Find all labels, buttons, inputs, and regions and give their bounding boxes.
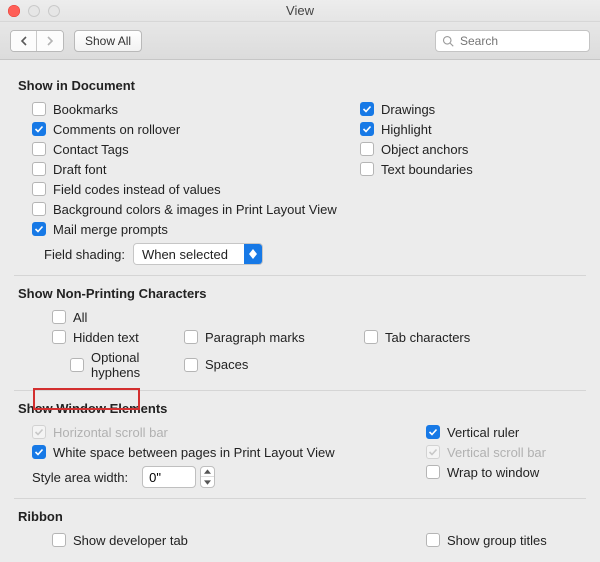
checkbox-field-codes[interactable]: Field codes instead of values	[14, 179, 354, 199]
checkbox-icon	[32, 102, 46, 116]
preferences-panel: Show in Document Bookmarks Comments on r…	[0, 60, 600, 562]
show-in-document-grid: Bookmarks Comments on rollover Contact T…	[14, 99, 586, 239]
checkbox-optional-hyphens[interactable]: Optional hyphens	[14, 347, 184, 382]
field-shading-label: Field shading:	[44, 247, 125, 262]
divider	[14, 275, 586, 276]
stepper-down-icon	[201, 477, 214, 487]
style-area-label: Style area width:	[32, 470, 128, 485]
checkbox-icon	[32, 445, 46, 459]
show-in-document-left: Bookmarks Comments on rollover Contact T…	[14, 99, 354, 239]
checkbox-show-developer-tab[interactable]: Show developer tab	[14, 530, 426, 550]
checkbox-paragraph-marks[interactable]: Paragraph marks	[184, 327, 364, 347]
section-title-window-elements: Show Window Elements	[18, 401, 586, 416]
checkbox-white-space-between-pages[interactable]: White space between pages in Print Layou…	[14, 442, 426, 462]
checkbox-draft-font[interactable]: Draft font	[14, 159, 354, 179]
window-titlebar: View	[0, 0, 600, 22]
forward-button[interactable]	[37, 31, 63, 51]
nonprinting-row: Hidden text Paragraph marks Tab characte…	[14, 327, 586, 347]
checkbox-icon	[360, 162, 374, 176]
divider	[14, 390, 586, 391]
search-field[interactable]	[435, 30, 590, 52]
back-button[interactable]	[11, 31, 37, 51]
checkbox-icon	[32, 162, 46, 176]
checkbox-all[interactable]: All	[14, 307, 586, 327]
checkbox-icon	[426, 445, 440, 459]
style-area-width-input[interactable]	[142, 466, 196, 488]
checkbox-icon	[426, 465, 440, 479]
checkbox-icon	[32, 202, 46, 216]
checkbox-icon	[360, 102, 374, 116]
show-all-button[interactable]: Show All	[74, 30, 142, 52]
section-title-ribbon: Ribbon	[18, 509, 586, 524]
checkbox-text-boundaries[interactable]: Text boundaries	[360, 159, 586, 179]
checkbox-icon	[360, 142, 374, 156]
checkbox-contact-tags[interactable]: Contact Tags	[14, 139, 354, 159]
checkbox-show-group-titles[interactable]: Show group titles	[426, 530, 586, 550]
checkbox-drawings[interactable]: Drawings	[360, 99, 586, 119]
traffic-lights	[8, 5, 60, 17]
checkbox-icon	[184, 330, 198, 344]
search-input[interactable]	[458, 33, 583, 49]
select-arrows-icon	[244, 244, 262, 264]
checkbox-spaces[interactable]: Spaces	[184, 347, 364, 382]
field-shading-select[interactable]: When selected	[133, 243, 263, 265]
checkbox-comments-on-rollover[interactable]: Comments on rollover	[14, 119, 354, 139]
checkbox-icon	[70, 358, 84, 372]
divider	[14, 498, 586, 499]
section-title-nonprinting: Show Non-Printing Characters	[18, 286, 586, 301]
checkbox-icon	[32, 122, 46, 136]
field-shading-row: Field shading: When selected	[14, 239, 586, 267]
checkbox-hidden-text[interactable]: Hidden text	[14, 327, 184, 347]
section-title-show-in-document: Show in Document	[18, 78, 586, 93]
toolbar: Show All	[0, 22, 600, 60]
checkbox-icon	[364, 330, 378, 344]
field-shading-value: When selected	[134, 244, 244, 264]
search-icon	[442, 35, 454, 47]
checkbox-vertical-scroll-bar: Vertical scroll bar	[426, 442, 586, 462]
checkbox-icon	[32, 222, 46, 236]
show-in-document-right: Drawings Highlight Object anchors Text b…	[360, 99, 586, 239]
checkbox-icon	[32, 142, 46, 156]
style-area-stepper[interactable]	[200, 466, 215, 488]
checkbox-tab-characters[interactable]: Tab characters	[364, 327, 586, 347]
checkbox-icon	[32, 182, 46, 196]
zoom-window-button	[48, 5, 60, 17]
checkbox-icon	[360, 122, 374, 136]
checkbox-icon	[426, 533, 440, 547]
ribbon-grid: Show developer tab Show group titles	[14, 530, 586, 550]
minimize-window-button	[28, 5, 40, 17]
checkbox-icon	[426, 425, 440, 439]
style-area-width-control	[136, 466, 215, 488]
nav-segmented	[10, 30, 64, 52]
checkbox-wrap-to-window[interactable]: Wrap to window	[426, 462, 586, 482]
checkbox-icon	[184, 358, 198, 372]
checkbox-highlight[interactable]: Highlight	[360, 119, 586, 139]
window-title: View	[286, 3, 314, 18]
checkbox-mail-merge-prompts[interactable]: Mail merge prompts	[14, 219, 354, 239]
checkbox-icon	[52, 330, 66, 344]
checkbox-horizontal-scroll-bar: Horizontal scroll bar	[14, 422, 426, 442]
nonprinting-row2: Optional hyphens Spaces	[14, 347, 586, 382]
checkbox-object-anchors[interactable]: Object anchors	[360, 139, 586, 159]
checkbox-bookmarks[interactable]: Bookmarks	[14, 99, 354, 119]
window-elements-grid: Horizontal scroll bar White space betwee…	[14, 422, 586, 490]
show-all-label: Show All	[85, 34, 131, 48]
checkbox-icon	[32, 425, 46, 439]
checkbox-vertical-ruler[interactable]: Vertical ruler	[426, 422, 586, 442]
stepper-up-icon	[201, 467, 214, 477]
style-area-row: Style area width:	[14, 462, 426, 490]
checkbox-icon	[52, 310, 66, 324]
close-window-button[interactable]	[8, 5, 20, 17]
checkbox-icon	[52, 533, 66, 547]
checkbox-background-colors[interactable]: Background colors & images in Print Layo…	[14, 199, 354, 219]
